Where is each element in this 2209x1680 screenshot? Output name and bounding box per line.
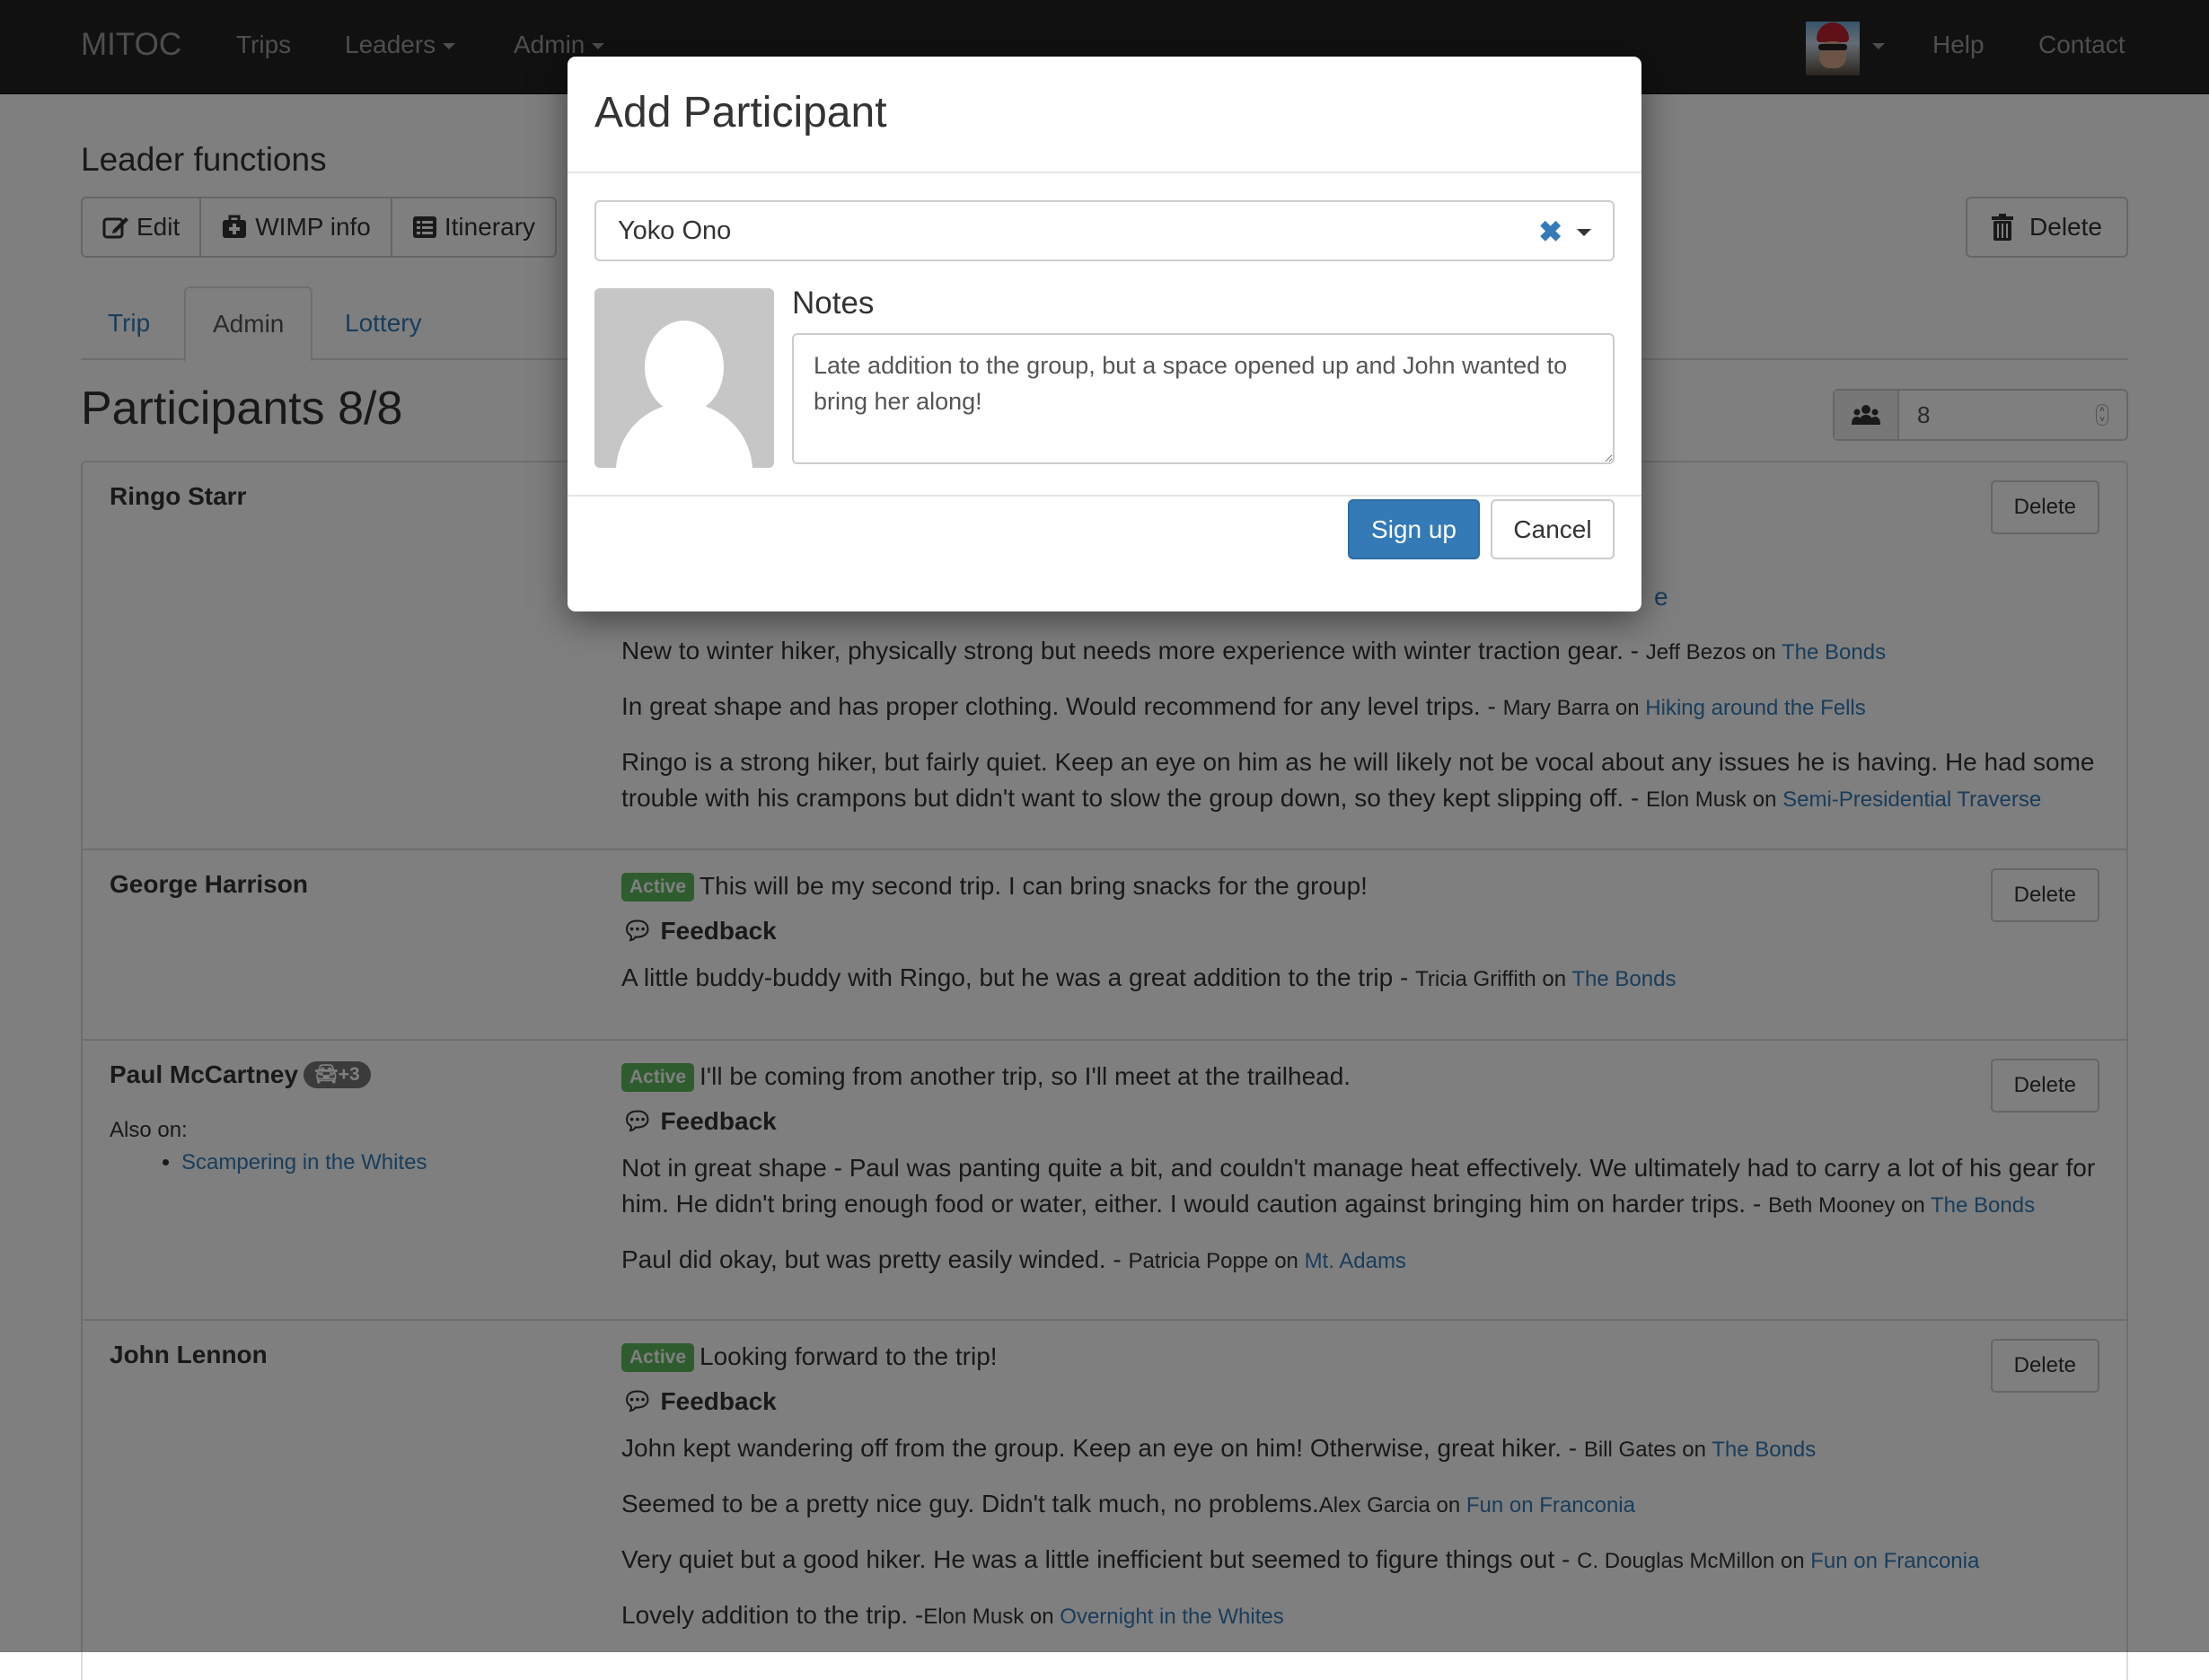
sign-up-button[interactable]: Sign up [1348,499,1480,559]
modal-footer [568,495,1641,611]
modal-title: Add Participant [594,89,887,136]
avatar-head-shape [645,321,724,414]
select-caret-icon[interactable] [1577,229,1591,236]
modal-header: Add Participant [568,57,1641,173]
participant-select[interactable]: Yoko Ono ✖ [594,200,1615,261]
add-participant-modal: Add Participant Yoko Ono ✖ Notes Sign up… [568,57,1641,611]
selected-participant: Yoko Ono [618,215,732,245]
cancel-button[interactable]: Cancel [1491,499,1615,559]
notes-label: Notes [792,286,875,321]
clear-x-icon[interactable]: ✖ [1538,215,1562,249]
avatar-body-shape [616,403,752,468]
notes-textarea[interactable] [792,333,1615,464]
participant-avatar-placeholder [594,288,774,468]
